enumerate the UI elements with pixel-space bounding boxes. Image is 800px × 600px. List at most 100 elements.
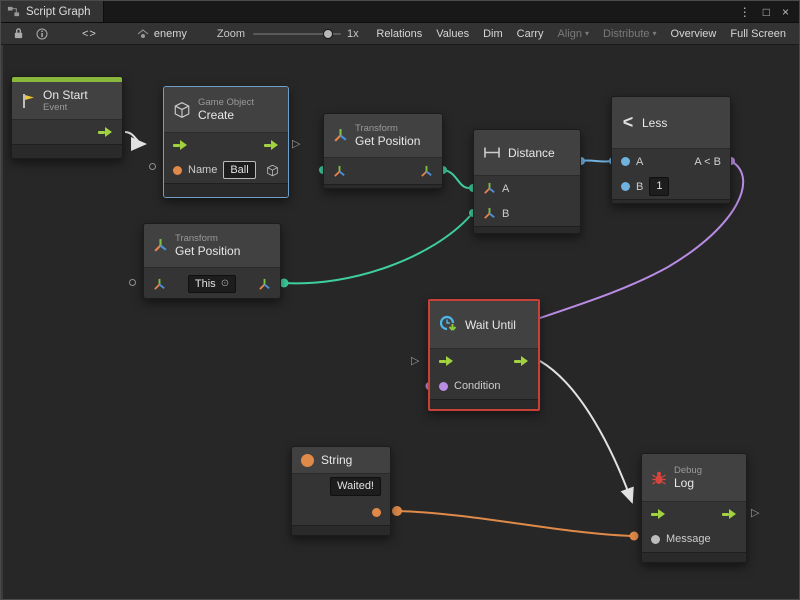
chevron-down-icon: ▾ bbox=[585, 30, 589, 38]
node-title: Get Position bbox=[175, 244, 240, 258]
node-footer bbox=[324, 184, 442, 188]
node-get-position-self[interactable]: Transform Get Position This ⊙ bbox=[143, 223, 281, 299]
graph-canvas[interactable]: On Start Event Game Object Create bbox=[1, 45, 800, 600]
position-output-port[interactable] bbox=[420, 165, 433, 178]
flow-output-port[interactable] bbox=[98, 127, 113, 137]
tab-script-graph[interactable]: Script Graph bbox=[1, 1, 104, 22]
a-input-port[interactable] bbox=[621, 157, 630, 166]
zoom-slider-handle[interactable] bbox=[323, 29, 333, 39]
port-label: Message bbox=[666, 533, 711, 545]
maximize-icon[interactable]: □ bbox=[763, 6, 770, 18]
b-input-port[interactable] bbox=[621, 182, 630, 191]
code-view-button[interactable]: <> bbox=[68, 28, 111, 40]
string-output-port[interactable] bbox=[372, 508, 381, 517]
flow-input-port[interactable] bbox=[439, 356, 454, 366]
node-less[interactable]: < Less A A < B B 1 bbox=[611, 96, 731, 204]
wire-wait-to-log[interactable] bbox=[540, 361, 632, 502]
less-than-icon: < bbox=[621, 112, 635, 133]
node-on-start[interactable]: On Start Event bbox=[11, 76, 123, 159]
transform-input-port[interactable] bbox=[153, 278, 166, 291]
fullscreen-button[interactable]: Full Screen bbox=[723, 28, 793, 40]
value-input-indicator[interactable] bbox=[129, 279, 136, 286]
node-get-position-top[interactable]: Transform Get Position bbox=[323, 113, 443, 189]
name-input-port[interactable] bbox=[173, 166, 182, 175]
flow-output-port[interactable] bbox=[722, 509, 737, 519]
carry-button[interactable]: Carry bbox=[510, 28, 551, 40]
titlebar: Script Graph ⋮ □ × bbox=[1, 1, 799, 23]
node-footer bbox=[12, 144, 122, 158]
flow-output-port[interactable] bbox=[514, 356, 529, 366]
condition-input-port[interactable] bbox=[439, 382, 448, 391]
flow-output-port[interactable] bbox=[264, 140, 279, 150]
flow-output-indicator[interactable]: ▷ bbox=[751, 508, 759, 519]
name-field[interactable]: Ball bbox=[223, 161, 255, 179]
string-type-icon bbox=[301, 454, 314, 467]
port-dot-log-message[interactable] bbox=[630, 532, 639, 541]
node-header: Debug Log bbox=[642, 454, 746, 502]
close-icon[interactable]: × bbox=[782, 6, 789, 18]
node-wait-until[interactable]: Wait Until Condition bbox=[428, 299, 540, 411]
node-title: String bbox=[321, 453, 352, 467]
position-output-port[interactable] bbox=[258, 278, 271, 291]
node-header: Distance bbox=[474, 130, 580, 176]
flow-input-port[interactable] bbox=[173, 140, 188, 150]
info-icon[interactable] bbox=[30, 28, 54, 40]
zoom-slider[interactable] bbox=[253, 28, 341, 40]
target-field[interactable]: This ⊙ bbox=[188, 275, 236, 293]
port-dot-string-out[interactable] bbox=[392, 506, 402, 516]
cube-icon bbox=[173, 101, 191, 119]
overview-button[interactable]: Overview bbox=[664, 28, 724, 40]
b-value-field[interactable]: 1 bbox=[649, 177, 669, 195]
ruler-icon bbox=[483, 146, 501, 159]
dim-button[interactable]: Dim bbox=[476, 28, 510, 40]
string-value-field[interactable]: Waited! bbox=[330, 477, 381, 495]
relations-button[interactable]: Relations bbox=[369, 28, 429, 40]
value-input-indicator[interactable] bbox=[149, 163, 156, 170]
node-title: Get Position bbox=[355, 134, 420, 148]
script-graph-icon bbox=[7, 5, 20, 18]
flow-output-indicator[interactable]: ▷ bbox=[292, 139, 300, 150]
port-label: Name bbox=[188, 164, 217, 176]
node-header: Game Object Create bbox=[164, 87, 288, 133]
vector-b-input-port[interactable] bbox=[483, 207, 496, 220]
values-button[interactable]: Values bbox=[429, 28, 476, 40]
transform-input-port[interactable] bbox=[333, 165, 346, 178]
lock-icon[interactable] bbox=[7, 27, 30, 40]
tab-title: Script Graph bbox=[26, 6, 91, 18]
port-label: A bbox=[502, 183, 509, 195]
align-label: Align bbox=[558, 28, 582, 40]
node-header: Wait Until bbox=[430, 301, 538, 349]
wire-onstart-to-create[interactable] bbox=[125, 132, 145, 144]
toolbar-buttons: Relations Values Dim Carry Align ▾ Distr… bbox=[369, 28, 793, 40]
flow-input-indicator[interactable]: ▷ bbox=[411, 356, 419, 367]
flow-input-port[interactable] bbox=[651, 509, 666, 519]
object-picker-icon[interactable]: ⊙ bbox=[221, 279, 229, 289]
transform-axes-icon bbox=[153, 238, 168, 253]
distribute-label: Distribute bbox=[603, 28, 649, 40]
zoom-label: Zoom bbox=[217, 28, 245, 40]
wire-distance-to-less[interactable] bbox=[581, 160, 611, 161]
node-string-literal[interactable]: String Waited! bbox=[291, 446, 391, 536]
zoom-value: 1x bbox=[347, 28, 359, 40]
align-dropdown[interactable]: Align ▾ bbox=[551, 28, 596, 40]
game-object-output-port[interactable] bbox=[266, 164, 279, 177]
vector-a-input-port[interactable] bbox=[483, 182, 496, 195]
script-graph-window: Script Graph ⋮ □ × <> enemy Zoom 1x R bbox=[0, 0, 800, 600]
graph-reference[interactable]: enemy bbox=[137, 28, 187, 40]
node-header: Transform Get Position bbox=[144, 224, 280, 268]
wire-string-to-message[interactable] bbox=[397, 511, 631, 536]
node-create-game-object[interactable]: Game Object Create Name Ball bbox=[163, 86, 289, 198]
distribute-dropdown[interactable]: Distribute ▾ bbox=[596, 28, 663, 40]
node-debug-log[interactable]: Debug Log Message bbox=[641, 453, 747, 563]
node-footer bbox=[292, 525, 390, 535]
wire-getposition-to-distance-b[interactable] bbox=[284, 216, 470, 283]
menu-icon[interactable]: ⋮ bbox=[739, 6, 751, 18]
graph-asset-icon bbox=[137, 29, 149, 39]
node-distance[interactable]: Distance A B bbox=[473, 129, 581, 234]
node-title: On Start bbox=[43, 88, 88, 102]
node-header: String bbox=[292, 447, 390, 474]
node-category: Transform bbox=[355, 123, 420, 134]
port-label: Condition bbox=[454, 380, 500, 392]
wire-getposition-to-distance-a[interactable] bbox=[443, 170, 469, 188]
message-input-port[interactable] bbox=[651, 535, 660, 544]
